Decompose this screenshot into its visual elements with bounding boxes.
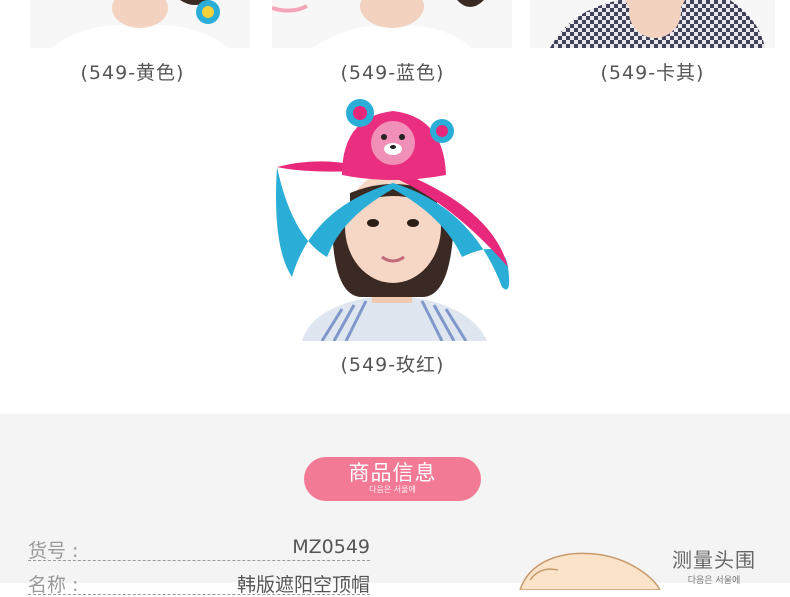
product-color-gallery: (549-黄色) (549-蓝色) (549-卡其) (549-玫红)	[0, 0, 790, 414]
product-photo-blue[interactable]	[272, 0, 512, 48]
product-info-section: 商品信息 다음은 서울에 货号 : MZ0549 名称 : 韩版遮阳空顶帽 测量…	[0, 414, 790, 596]
measure-subtitle: 다음은 서울에	[687, 576, 741, 586]
info-row-item-number: 货号 : MZ0549	[28, 532, 370, 562]
product-photo-yellow[interactable]	[30, 0, 250, 48]
caption-yellow: (549-黄色)	[80, 62, 185, 84]
measure-title: 测量头围	[672, 548, 756, 572]
measure-head-circumference: 测量头围 다음은 서울에	[672, 544, 756, 586]
name-value: 韩版遮阳空顶帽	[236, 574, 370, 596]
caption-khaki: (549-卡其)	[600, 62, 705, 84]
item-number-value: MZ0549	[292, 536, 370, 558]
product-info-subtitle: 다음은 서울에	[369, 485, 416, 494]
caption-rose-red: (549-玫红)	[340, 354, 445, 376]
name-label: 名称 :	[28, 574, 79, 596]
product-photo-khaki[interactable]	[530, 0, 775, 48]
product-photo-rose-red[interactable]	[272, 97, 512, 341]
product-info-title: 商品信息	[348, 461, 437, 485]
caption-blue: (549-蓝色)	[340, 62, 445, 84]
baby-head-illustration	[510, 550, 670, 594]
product-info-header: 商品信息 다음은 서울에	[304, 457, 481, 501]
info-row-name: 名称 : 韩版遮阳空顶帽	[28, 566, 370, 596]
item-number-label: 货号 :	[28, 540, 79, 562]
